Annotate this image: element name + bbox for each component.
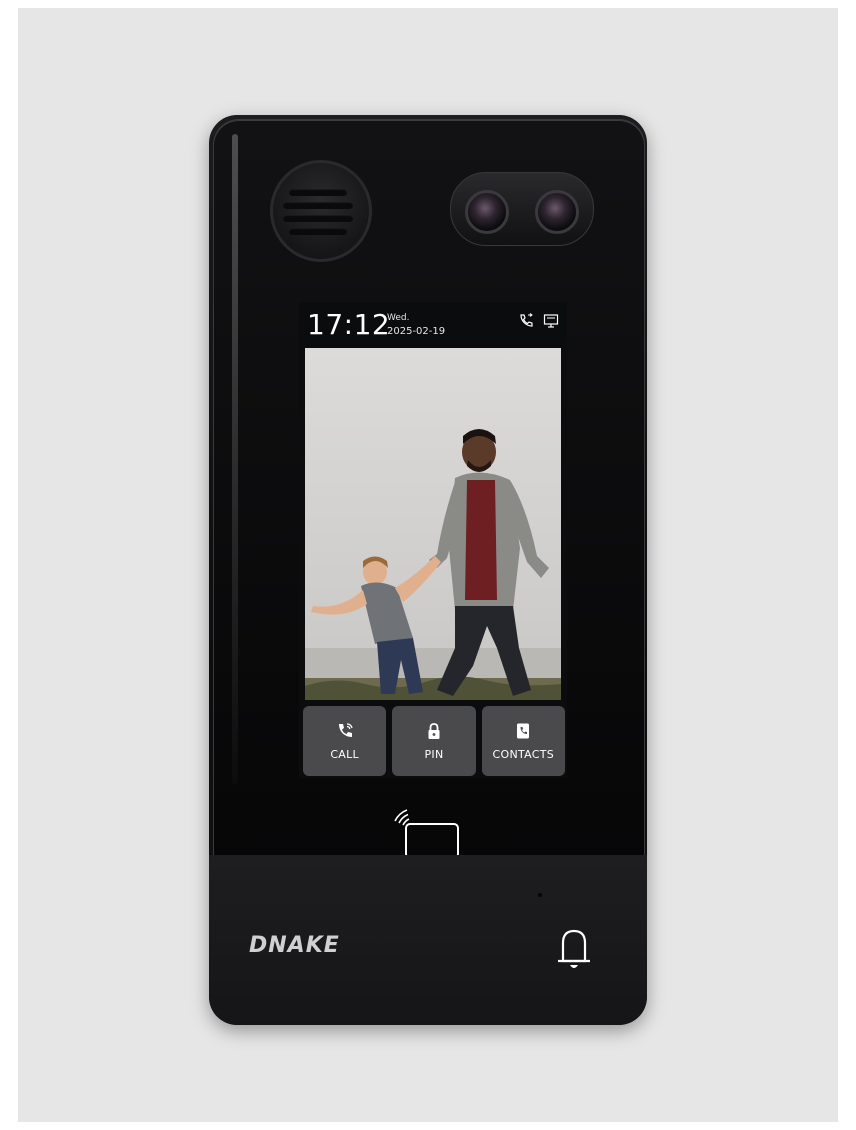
dual-camera — [450, 172, 594, 246]
front-glass-panel: 17:12 Wed. 2025-02-19 CALL PIN CONTACTS — [213, 119, 645, 881]
contacts-icon — [517, 723, 530, 738]
speaker-slot — [289, 189, 347, 196]
action-buttons: CALL PIN CONTACTS — [303, 706, 565, 776]
microphone-hole — [538, 893, 542, 897]
monitor-icon — [543, 314, 559, 328]
phone-signal-icon — [520, 313, 533, 327]
weekday: Wed. — [387, 313, 410, 323]
call-button[interactable]: CALL — [303, 706, 387, 776]
contacts-button[interactable]: CONTACTS — [481, 706, 565, 776]
status-bar: 17:12 Wed. 2025-02-19 — [299, 302, 567, 346]
doorbell-button[interactable] — [553, 927, 595, 973]
date: 2025-02-19 — [387, 326, 446, 337]
speaker-slot — [283, 202, 353, 209]
camera-lens-left — [465, 190, 509, 234]
clock-time: 17:12 — [307, 308, 391, 341]
pin-button[interactable]: PIN — [392, 706, 476, 776]
camera-lens-right — [535, 190, 579, 234]
call-button-label: CALL — [330, 747, 359, 761]
family-photo-image — [305, 348, 561, 700]
intercom-device: 17:12 Wed. 2025-02-19 CALL PIN CONTACTS … — [209, 115, 647, 1025]
phone-icon — [338, 722, 353, 737]
speaker-grille — [270, 160, 372, 262]
lock-icon — [428, 722, 440, 739]
contacts-button-label: CONTACTS — [492, 747, 555, 761]
speaker-slot — [289, 228, 347, 235]
doorbell-icon — [558, 929, 590, 968]
glass-reflection — [232, 134, 238, 784]
speaker-slot — [283, 215, 353, 222]
touch-screen[interactable]: 17:12 Wed. 2025-02-19 CALL PIN CONTACTS — [299, 302, 567, 778]
brand-logo: DNAKE — [249, 933, 340, 958]
pin-button-label: PIN — [424, 747, 444, 761]
status-icons — [518, 313, 559, 329]
screensaver-photo — [305, 348, 561, 700]
